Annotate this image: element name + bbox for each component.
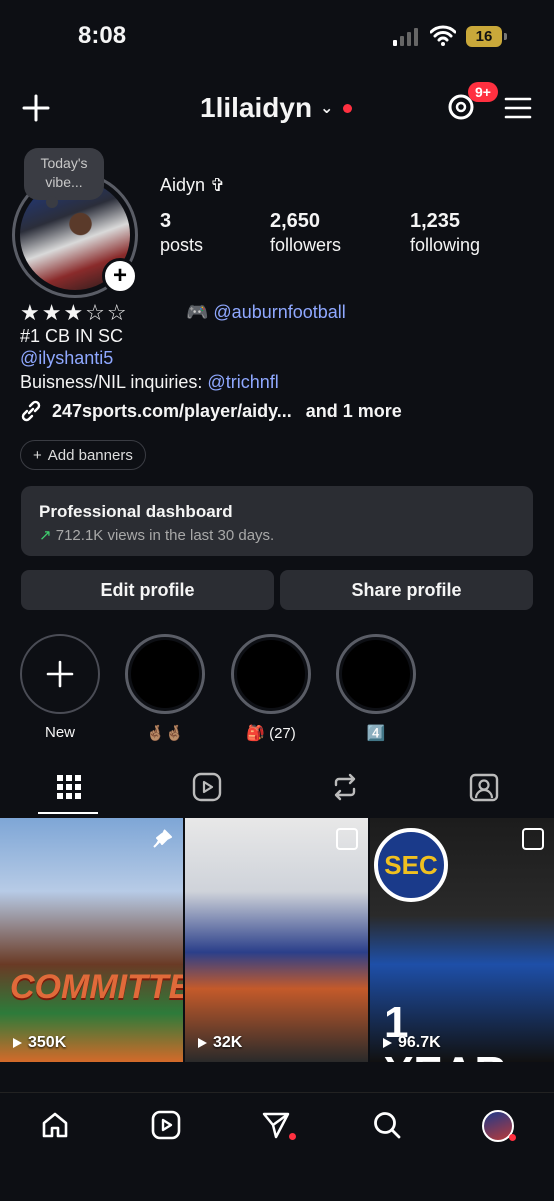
active-tab-indicator [38, 812, 98, 814]
highlight-ring [125, 634, 205, 714]
bio-line: Buisness/NIL inquiries: @trichnfl [20, 372, 279, 393]
bio-tag-link[interactable]: 🎮 @auburnfootball [186, 302, 346, 323]
notification-dot [343, 103, 353, 113]
stat-value: 1,235 [410, 210, 461, 232]
wifi-icon [430, 25, 456, 46]
plus-icon: + [33, 446, 42, 464]
multi-post-icon [522, 828, 544, 850]
views-count: 96.7K [398, 1034, 441, 1051]
dashboard-views: 712.1K views in the last 30 days. [55, 527, 275, 544]
bio-text: Buisness/NIL inquiries: [20, 372, 208, 392]
professional-dashboard-card[interactable]: Professional dashboard ↗ 712.1K views in… [21, 486, 533, 556]
highlight-ring [20, 634, 100, 714]
chevron-down-icon: ⌄ [320, 100, 334, 117]
stat-following[interactable]: 1,235 following [410, 210, 480, 256]
post-views: 32K [195, 1034, 242, 1052]
highlight-item[interactable]: 🎒 (27) [229, 634, 313, 742]
dashboard-subtitle: ↗ 712.1K views in the last 30 days. [39, 526, 515, 544]
reels-icon[interactable] [192, 772, 222, 802]
share-profile-button[interactable]: Share profile [280, 570, 533, 610]
link-more: and 1 more [305, 400, 402, 421]
hamburger-menu-icon[interactable] [504, 96, 532, 120]
post-thumbnail[interactable]: COMMITTED 350K [0, 818, 183, 1062]
plus-icon[interactable] [22, 94, 50, 122]
plus-icon [46, 660, 74, 688]
edit-profile-button[interactable]: Edit profile [21, 570, 274, 610]
note-bubble[interactable]: Today's vibe... [24, 148, 104, 208]
notification-dot [509, 1134, 516, 1141]
highlight-label: 🤞🏽🤞🏽 [146, 725, 184, 742]
highlight-label: 🎒 (27) [246, 725, 296, 742]
post-thumbnail[interactable]: 32K [185, 818, 368, 1062]
add-banners-button[interactable]: + Add banners [20, 440, 146, 470]
stat-posts[interactable]: 3 posts [160, 210, 203, 256]
battery-icon: 16 [466, 26, 507, 47]
bio-mention-link[interactable]: @trichnfl [207, 372, 278, 392]
bio-mention-link[interactable]: @ilyshanti5 [20, 348, 113, 369]
stat-value: 2,650 [270, 210, 321, 232]
views-count: 350K [28, 1034, 67, 1051]
highlight-cover [342, 640, 410, 708]
status-time: 8:08 [78, 22, 127, 49]
view-icon [13, 1038, 22, 1048]
highlight-new[interactable]: New [18, 634, 102, 741]
highlight-item[interactable]: 🤞🏽🤞🏽 [123, 634, 207, 742]
direct-message-icon[interactable] [261, 1110, 291, 1140]
stat-label: following [410, 235, 481, 255]
highlight-label: New [44, 724, 75, 741]
post-views: 350K [10, 1034, 66, 1052]
stat-value: 3 [160, 210, 172, 232]
post-views: 96.7K [380, 1034, 441, 1052]
link-url: 247sports.com/player/aidy... [52, 400, 292, 421]
search-icon[interactable] [372, 1110, 402, 1140]
grid-icon[interactable] [54, 772, 84, 802]
highlight-label: 4️⃣ [366, 725, 386, 742]
view-icon [198, 1038, 207, 1048]
stat-followers[interactable]: 2,650 followers [270, 210, 341, 256]
views-count: 32K [213, 1034, 243, 1051]
bio-external-link[interactable]: 247sports.com/player/aidy... and 1 more [20, 400, 402, 422]
home-icon[interactable] [40, 1110, 70, 1140]
bio-line: #1 CB IN SC [20, 326, 124, 346]
view-icon [383, 1038, 392, 1048]
add-banners-label: Add banners [47, 446, 133, 464]
username-text: 1lilaidyn [200, 92, 313, 123]
post-overlay-text: 1 YEAR... [384, 998, 543, 1062]
cellular-signal-icon [393, 28, 418, 46]
add-story-icon[interactable]: + [102, 258, 138, 294]
tagged-person-icon[interactable] [469, 772, 499, 802]
multi-post-icon [336, 828, 358, 850]
highlight-cover [237, 640, 305, 708]
highlight-item[interactable]: 4️⃣ [334, 634, 418, 742]
highlight-cover [131, 640, 199, 708]
post-thumbnail[interactable]: SEC 1 YEAR... 96.7K [370, 818, 554, 1062]
notification-dot [289, 1133, 296, 1140]
sec-logo: SEC [374, 828, 448, 902]
pin-icon [153, 829, 172, 848]
highlight-ring [336, 634, 416, 714]
repost-icon[interactable] [330, 772, 360, 802]
bottom-nav [0, 1092, 554, 1201]
threads-badge: 9+ [468, 82, 498, 102]
username-switcher[interactable]: 1lilaidyn ⌄ [200, 92, 353, 124]
link-icon [21, 400, 41, 422]
reels-icon[interactable] [151, 1110, 181, 1140]
post-overlay-text: COMMITTED [10, 968, 183, 1006]
stat-label: followers [270, 235, 342, 255]
bio-stars: ★★★☆☆ [20, 300, 129, 325]
trend-up-icon: ↗ [39, 527, 52, 544]
display-name: Aidyn ✞ [160, 175, 226, 195]
dashboard-title: Professional dashboard [39, 502, 233, 521]
highlight-ring [231, 634, 311, 714]
stat-label: posts [160, 235, 204, 255]
